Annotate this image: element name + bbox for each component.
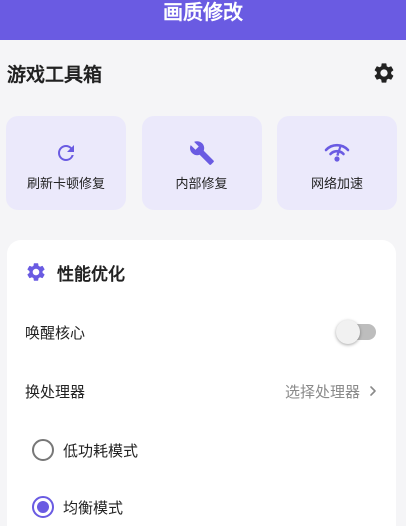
radio-button-selected[interactable]	[32, 496, 54, 518]
mode-balanced[interactable]: 均衡模式	[32, 492, 123, 522]
wake-core-label: 唤醒核心	[25, 323, 86, 342]
tool-internal-fix[interactable]: 内部修复	[141, 116, 262, 210]
mode-label: 均衡模式	[63, 498, 124, 517]
wrench-icon	[189, 140, 214, 165]
gear-icon	[27, 263, 45, 281]
tool-label: 网络加速	[310, 176, 363, 192]
mode-low-power[interactable]: 低功耗模式	[32, 435, 138, 465]
wake-core-toggle[interactable]	[336, 320, 376, 344]
network-icon	[324, 143, 350, 162]
performance-panel: 性能优化 唤醒核心 换处理器 选择处理器 低功耗模式 均衡模式	[7, 240, 396, 526]
processor-row[interactable]: 换处理器 选择处理器	[25, 376, 378, 406]
toggle-knob	[336, 320, 360, 344]
settings-button[interactable]	[371, 60, 397, 86]
wake-core-row: 唤醒核心	[25, 317, 378, 347]
performance-header: 性能优化	[25, 260, 125, 285]
tool-refresh-fix[interactable]: 刷新卡顿修复	[6, 116, 126, 210]
chevron-right-icon	[370, 386, 376, 396]
performance-title: 性能优化	[57, 264, 125, 285]
app-bar: 画质修改	[0, 0, 406, 40]
tool-label: 刷新卡顿修复	[26, 176, 105, 192]
mode-label: 低功耗模式	[63, 441, 139, 460]
radio-button[interactable]	[32, 439, 54, 461]
refresh-icon	[58, 144, 74, 161]
processor-value: 选择处理器	[284, 382, 360, 401]
processor-label: 换处理器	[25, 382, 86, 401]
tool-network-boost[interactable]: 网络加速	[277, 116, 397, 210]
tool-label: 内部修复	[175, 176, 228, 192]
processor-select[interactable]: 选择处理器	[285, 381, 378, 402]
radio-dot	[37, 501, 49, 513]
tool-grid: 刷新卡顿修复 内部修复 网络加速	[6, 116, 397, 210]
app-title: 画质修改	[163, 0, 243, 24]
toolbox-title: 游戏工具箱	[7, 63, 103, 86]
gear-icon	[374, 63, 394, 83]
toolbox-header: 游戏工具箱	[7, 58, 397, 88]
